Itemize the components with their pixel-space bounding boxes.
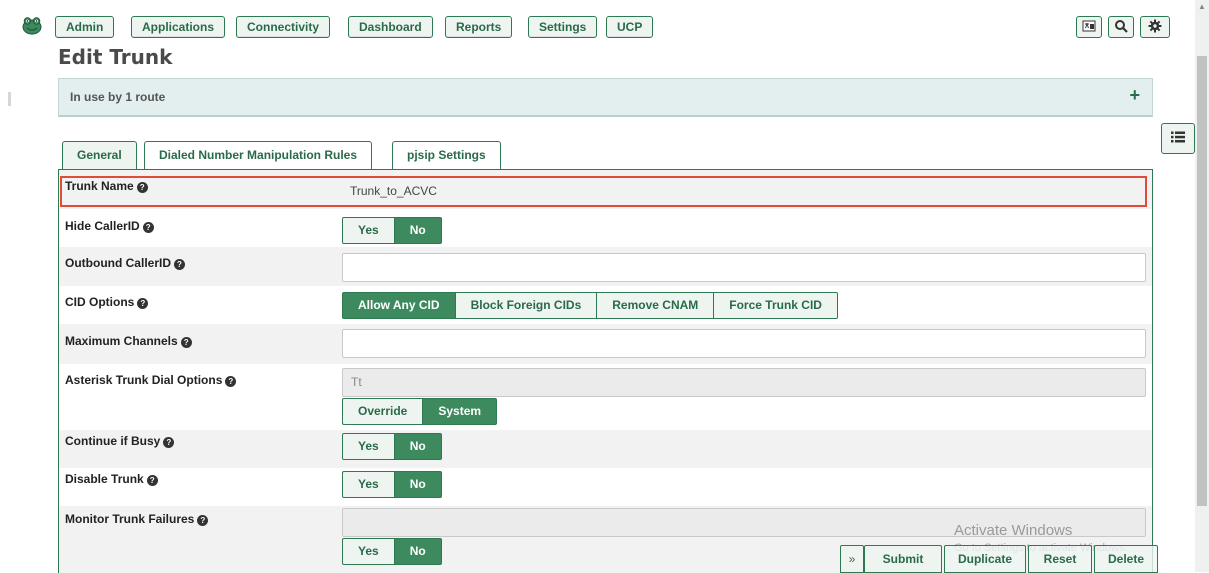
hide-callerid-label: Hide CallerID? [65,219,154,233]
cid-force-trunk-button[interactable]: Force Trunk CID [713,292,838,319]
nav-connectivity[interactable]: Connectivity [236,16,331,38]
scrollbar-thumb[interactable] [1197,56,1207,506]
trunk-form: Trunk Name? Trunk_to_ACVC Hide CallerID?… [58,169,1153,573]
delete-button[interactable]: Delete [1094,545,1158,573]
cid-options-toggle: Allow Any CID Block Foreign CIDs Remove … [342,292,838,319]
dial-options-system[interactable]: System [422,398,498,425]
continue-if-busy-no[interactable]: No [393,433,442,460]
language-button[interactable] [1076,16,1102,38]
max-channels-label: Maximum Channels? [65,334,192,348]
help-icon[interactable]: ? [180,337,192,348]
disable-trunk-toggle: Yes No [342,471,442,498]
continue-if-busy-yes[interactable]: Yes [342,433,395,460]
nav-settings[interactable]: Settings [528,16,598,38]
disable-trunk-yes[interactable]: Yes [342,471,395,498]
help-icon[interactable]: ? [225,376,237,387]
dial-options-row: Asterisk Trunk Dial Options? Tt Override… [59,364,1152,430]
monitor-failures-no[interactable]: No [393,538,442,565]
outbound-callerid-input[interactable] [342,253,1146,282]
trunk-name-label: Trunk Name? [65,179,148,193]
disable-trunk-label: Disable Trunk? [65,472,158,486]
nav-admin[interactable]: Admin [55,16,115,38]
scroll-up-arrow-icon[interactable]: ▲ [1196,2,1208,12]
cid-options-row: CID Options? Allow Any CID Block Foreign… [59,286,1152,324]
nav-ucp[interactable]: UCP [606,16,654,38]
expand-plus-icon[interactable]: + [1129,85,1140,106]
help-icon[interactable]: ? [197,515,209,526]
max-channels-input[interactable] [342,329,1146,358]
nav-dashboard[interactable]: Dashboard [348,16,433,38]
trunk-name-input[interactable]: Trunk_to_ACVC [342,179,1144,206]
disable-trunk-no[interactable]: No [393,471,442,498]
left-edge-divider [8,92,11,106]
dial-options-override[interactable]: Override [342,398,424,425]
gear-icon [1148,19,1162,36]
outbound-callerid-row: Outbound CallerID? [59,247,1152,286]
outbound-callerid-label: Outbound CallerID? [65,256,185,270]
page-title: Edit Trunk [58,45,173,69]
dial-options-label: Asterisk Trunk Dial Options? [65,373,237,387]
nav-reports[interactable]: Reports [445,16,513,38]
max-channels-row: Maximum Channels? [59,324,1152,364]
help-icon[interactable]: ? [136,182,148,193]
submit-button[interactable]: Submit [864,545,942,573]
cid-options-label: CID Options? [65,295,149,309]
language-icon [1082,19,1096,36]
disable-trunk-row: Disable Trunk? Yes No [59,468,1152,506]
search-button[interactable] [1108,16,1134,38]
in-use-panel[interactable]: In use by 1 route + [58,78,1153,117]
trunk-name-row: Trunk Name? Trunk_to_ACVC [59,170,1152,209]
continue-if-busy-row: Continue if Busy? Yes No [59,430,1152,468]
dial-options-toggle: Override System [342,398,498,425]
continue-if-busy-toggle: Yes No [342,433,442,460]
tab-general[interactable]: General [62,141,137,170]
hide-callerid-toggle: Yes No [342,217,442,244]
duplicate-button[interactable]: Duplicate [944,545,1026,573]
in-use-label: In use by 1 route [70,90,166,104]
continue-if-busy-label: Continue if Busy? [65,434,175,448]
monitor-failures-yes[interactable]: Yes [342,538,395,565]
list-view-button[interactable] [1161,123,1195,154]
help-icon[interactable]: ? [142,222,154,233]
cid-allow-any-button[interactable]: Allow Any CID [342,292,456,319]
top-navigation: Admin Applications Connectivity Dashboar… [18,13,1198,43]
help-icon[interactable]: ? [163,437,175,448]
monitor-failures-label: Monitor Trunk Failures? [65,512,209,526]
collapse-actions-button[interactable]: » [840,545,864,573]
help-icon[interactable]: ? [146,475,158,486]
settings-button[interactable] [1140,16,1170,38]
cid-remove-cnam-button[interactable]: Remove CNAM [596,292,715,319]
hide-callerid-yes[interactable]: Yes [342,217,395,244]
nav-applications[interactable]: Applications [131,16,226,38]
activate-windows-watermark: Activate Windows [954,522,1073,539]
hide-callerid-row: Hide CallerID? Yes No [59,209,1152,247]
hide-callerid-no[interactable]: No [393,217,442,244]
tab-dialed-number-manipulation-rules[interactable]: Dialed Number Manipulation Rules [144,141,373,170]
search-icon [1114,19,1128,36]
freepbx-logo-icon[interactable] [21,14,43,36]
dial-options-input[interactable]: Tt [342,368,1146,397]
help-icon[interactable]: ? [137,298,149,309]
list-icon [1170,130,1186,147]
tab-pjsip-settings[interactable]: pjsip Settings [392,141,501,170]
cid-block-foreign-button[interactable]: Block Foreign CIDs [454,292,598,319]
monitor-failures-toggle: Yes No [342,538,442,565]
reset-button[interactable]: Reset [1028,545,1092,573]
help-icon[interactable]: ? [174,259,185,270]
